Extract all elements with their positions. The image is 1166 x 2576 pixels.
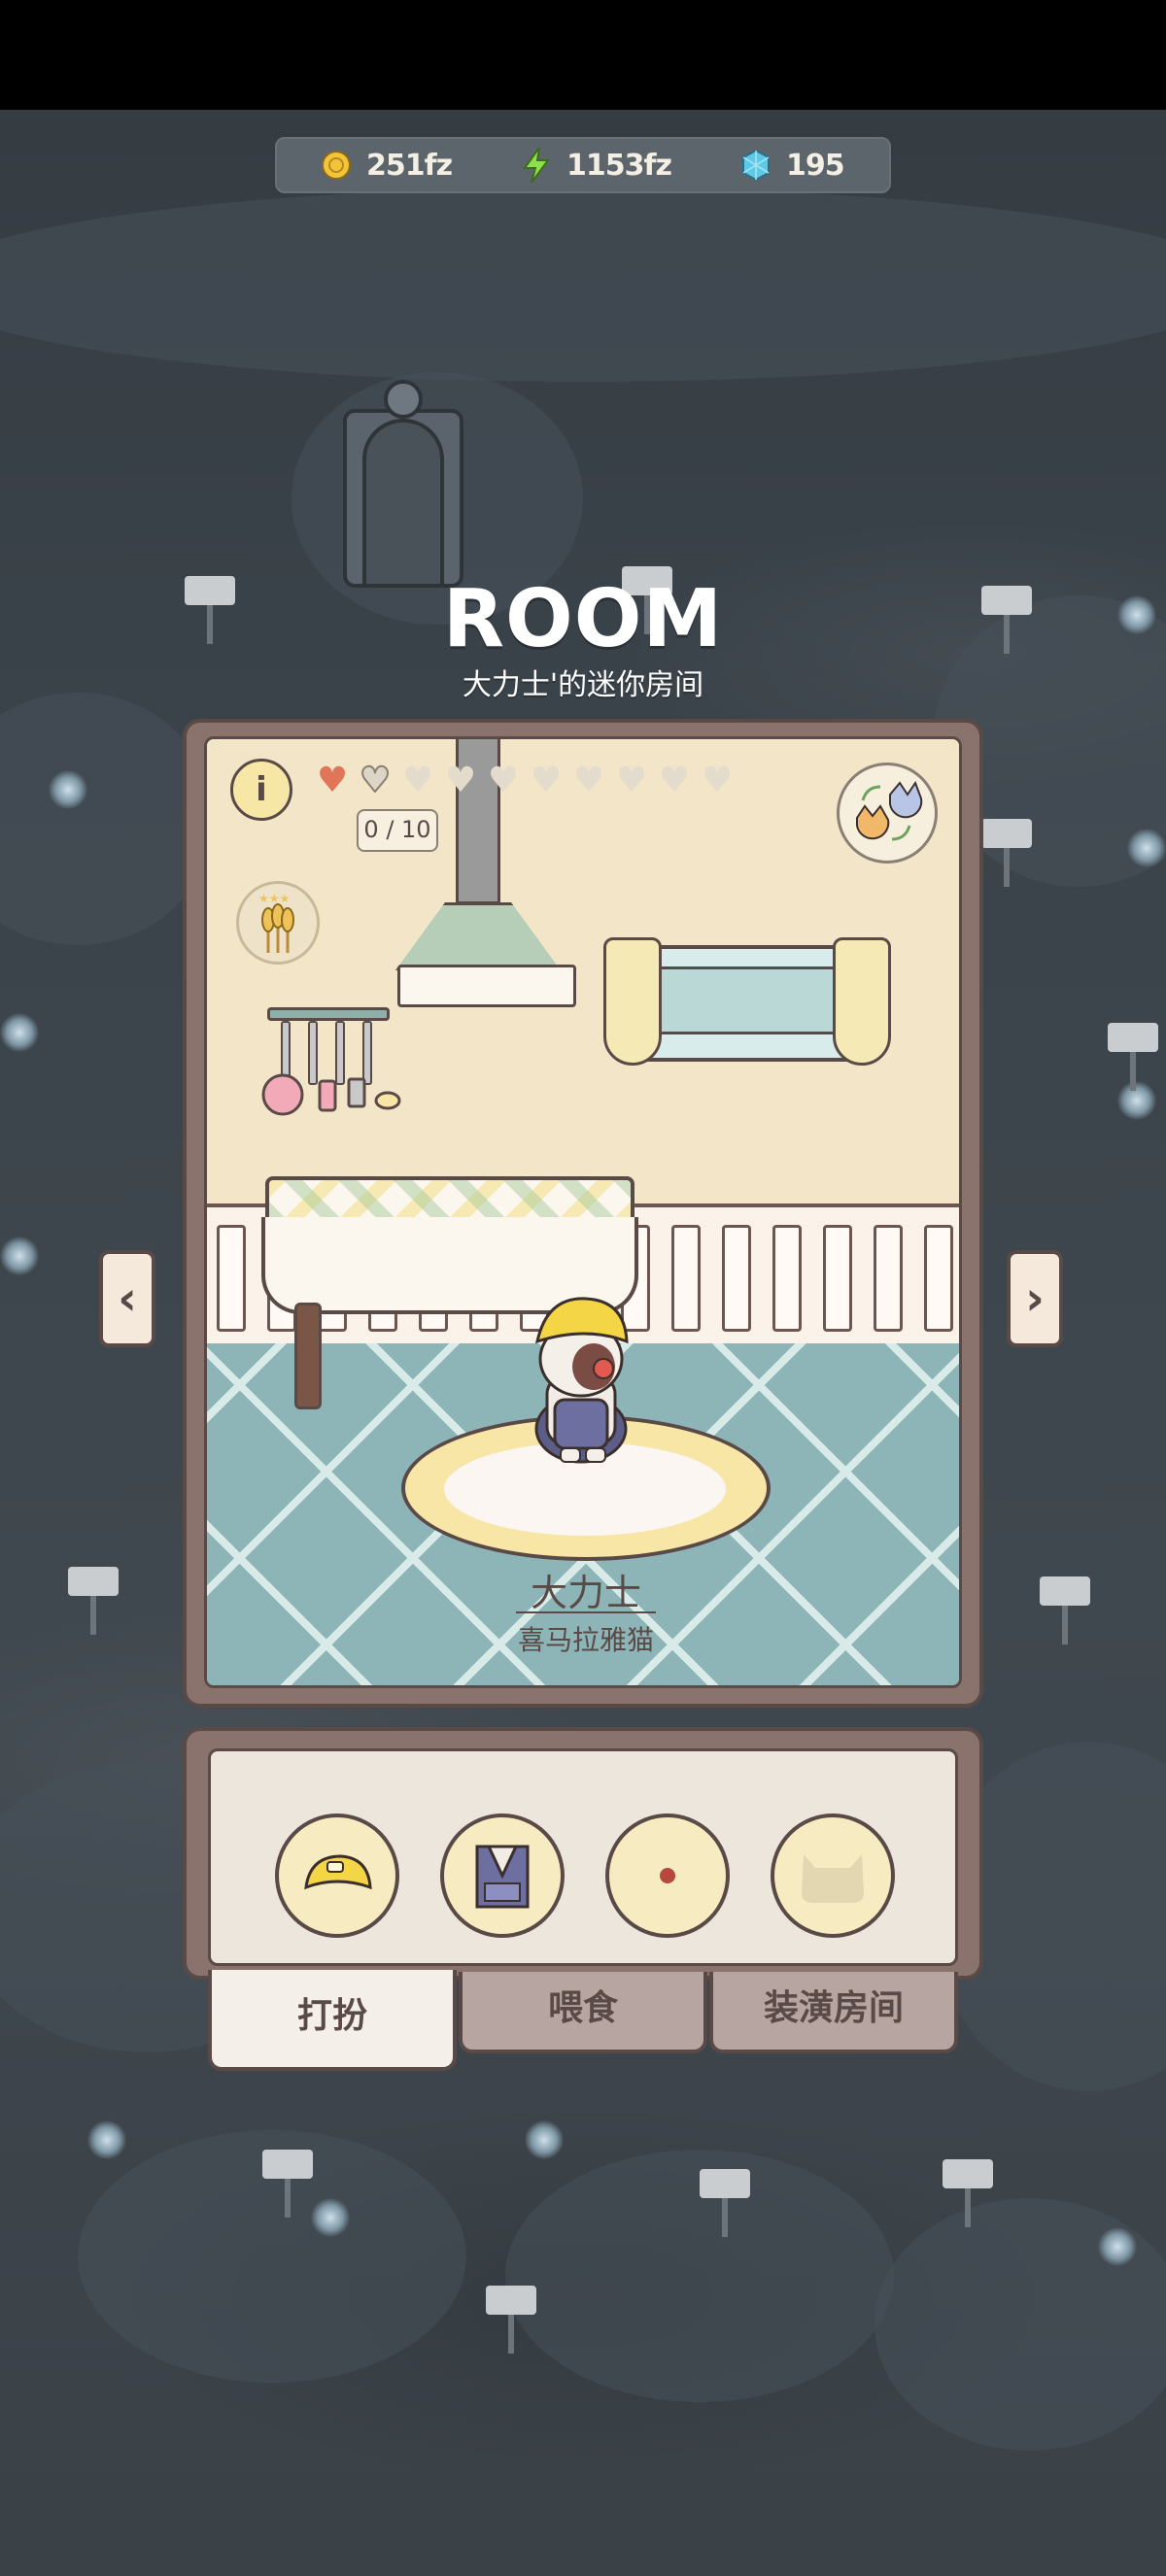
heart-icon: ♥ [487,761,520,800]
locked-slot[interactable] [771,1813,895,1938]
energy-value: 1153fz [566,148,672,183]
switch-cats-icon [856,780,923,841]
hat-icon [304,1854,372,1890]
wheat-rating-button[interactable]: ★★★ [236,881,320,965]
wheat-icon: ★★★ [258,892,294,953]
info-icon: i [256,770,267,809]
chevron-left-icon: ‹ [118,1271,137,1326]
coins-counter[interactable]: 251fz [320,139,453,191]
gem-icon [739,149,772,182]
empty-slot[interactable] [605,1813,730,1938]
previous-room-button[interactable]: ‹ [99,1250,155,1347]
pet-name-divider [516,1611,656,1613]
pet-breed: 喜马拉雅猫 [517,1624,654,1656]
next-room-button[interactable]: › [1007,1250,1063,1347]
heart-icon: ♥ [701,761,734,800]
item-slots-area [208,1748,958,1966]
gems-value: 195 [786,148,845,183]
gems-counter[interactable]: 195 [739,139,845,191]
hat-slot[interactable] [275,1813,399,1938]
dot-icon [660,1868,675,1883]
affection-count: 0 / 10 [357,809,438,852]
room-frame: i ♥ ♥ ♥ ♥ ♥ ♥ ♥ ♥ ♥ ♥ 0 / 10 ★★★ 大力士 喜马拉… [183,719,983,1708]
table-leg [294,1303,322,1409]
curtain-left [603,937,662,1066]
svg-text:★★★: ★★★ [258,892,290,905]
room-subtitle: 大力士'的迷你房间 [462,668,704,702]
tab-feed[interactable]: 喂食 [459,1972,707,2053]
utensil-rack[interactable] [267,1007,390,1021]
heart-icon: ♥ [572,761,605,800]
curtain-right [833,937,891,1066]
switch-cat-button[interactable] [837,763,938,864]
lightning-icon [520,147,553,184]
coin-icon [320,149,353,182]
pet-name: 大力士 [530,1572,641,1614]
heart-icon: ♥ [401,761,434,800]
heart-icon: ♥ [444,761,477,800]
heart-icon: ♥ [316,761,349,800]
page-title: ROOM [442,573,724,665]
cat-character[interactable] [518,1283,644,1468]
status-bar [0,0,1166,110]
cat-silhouette-icon [802,1854,864,1903]
chevron-right-icon: › [1025,1271,1045,1326]
tab-dress-up[interactable]: 打扮 [208,1970,457,2071]
heart-icon: ♥ [359,761,392,800]
dress-up-panel [183,1727,983,1980]
tab-decorate-room[interactable]: 装潢房间 [709,1972,958,2053]
room-scene: i ♥ ♥ ♥ ♥ ♥ ♥ ♥ ♥ ♥ ♥ 0 / 10 ★★★ 大力士 喜马拉… [204,736,962,1688]
range-hood-base [397,965,576,1007]
resource-bar: 251fz 1153fz 195 [275,137,891,193]
vest-slot[interactable] [440,1813,565,1938]
info-button[interactable]: i [230,759,292,821]
coins-value: 251fz [366,148,453,183]
energy-counter[interactable]: 1153fz [520,139,672,191]
heart-icon: ♥ [530,761,563,800]
vest-icon [475,1845,530,1909]
heart-icon: ♥ [658,761,691,800]
affection-hearts: ♥ ♥ ♥ ♥ ♥ ♥ ♥ ♥ ♥ ♥ [314,761,736,800]
heart-icon: ♥ [615,761,648,800]
